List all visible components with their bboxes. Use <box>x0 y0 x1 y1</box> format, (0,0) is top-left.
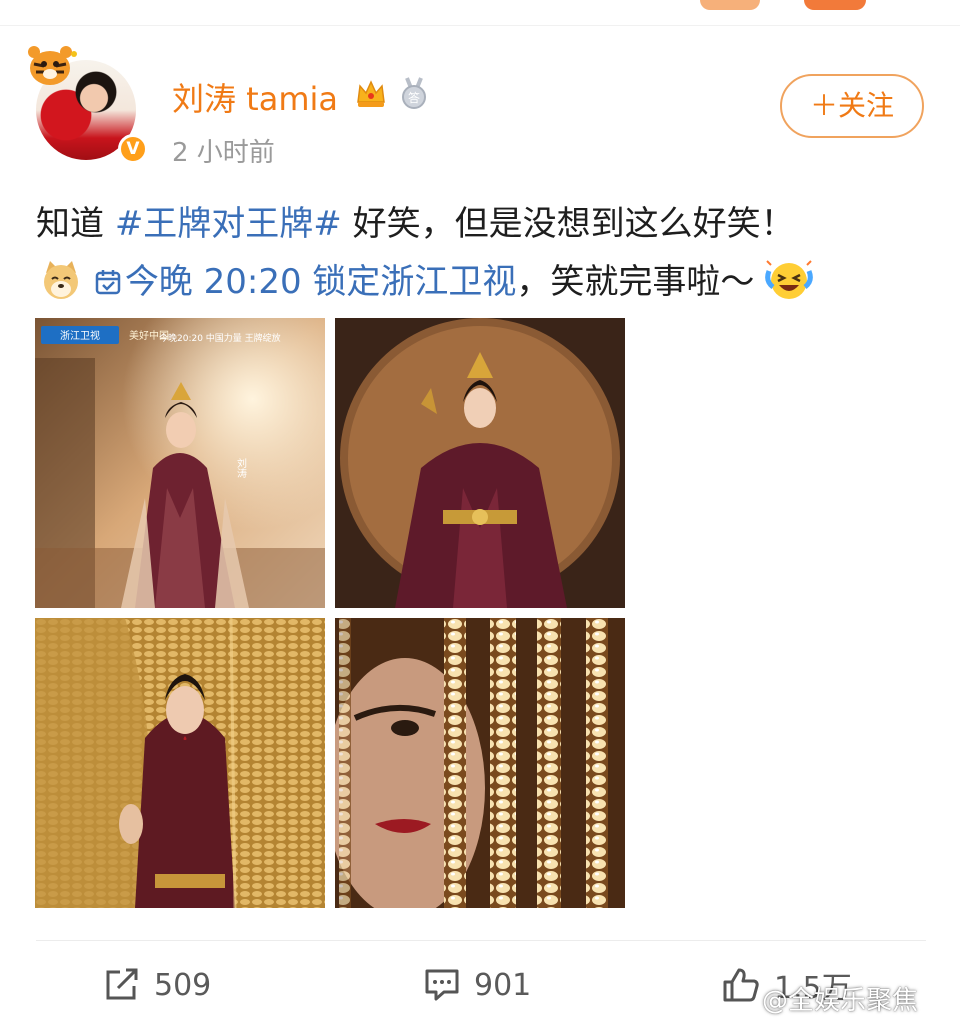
link-icon <box>95 270 121 295</box>
laugh-cry-emoji-icon <box>765 260 814 299</box>
text-line2-suffix: ，笑就完事啦～ <box>516 262 755 302</box>
poster-name: 刘涛 <box>235 458 247 478</box>
text-suffix: 好笑，但是没想到这么好笑！ <box>341 204 795 244</box>
poster-headline: 今晚20:20 中国力量 王牌绽放 <box>159 332 281 344</box>
share-icon <box>106 968 138 1000</box>
post-text-line2: 今晚 20:20 锁定浙江卫视，笑就完事啦～ <box>40 254 814 303</box>
doge-emoji-icon <box>44 261 78 299</box>
comment-icon <box>425 969 459 1001</box>
comment-count: 901 <box>474 967 532 1003</box>
topic-link[interactable]: #王牌对王牌# <box>115 204 342 244</box>
post-photo-1[interactable]: 浙江卫视 美好中国 今晚20:20 中国力量 王牌绽放 刘涛 <box>35 318 325 608</box>
crown-icon <box>357 80 385 107</box>
top-strip <box>0 0 960 26</box>
post-text-line1: 知道 #王牌对王牌# 好笑，但是没想到这么好笑！ <box>36 196 795 245</box>
tiger-pendant-icon <box>28 46 77 85</box>
follow-button[interactable]: ＋关注 <box>780 74 924 138</box>
top-decoration <box>700 0 870 12</box>
thumbs-up-icon <box>723 968 759 1002</box>
watermark: @全娱乐聚焦 <box>762 986 919 1016</box>
post-photo-2[interactable] <box>335 318 625 608</box>
username[interactable]: 刘涛 tamia <box>172 74 338 120</box>
action-divider <box>36 940 926 941</box>
medal-icon: 答 <box>402 77 426 109</box>
share-count: 509 <box>154 967 212 1003</box>
link-text: 今晚 20:20 锁定浙江卫视 <box>124 262 517 302</box>
svg-text:答: 答 <box>408 90 420 105</box>
text-prefix: 知道 <box>36 204 115 244</box>
poster-channel: 浙江卫视 <box>60 329 100 342</box>
post-photo-3[interactable] <box>35 618 325 908</box>
comment-button[interactable]: 901 <box>424 960 531 1010</box>
post-time: 2 小时前 <box>172 138 275 168</box>
post-photo-4[interactable] <box>335 618 625 908</box>
verified-badge-icon: V <box>118 134 148 164</box>
share-button[interactable]: 509 <box>104 960 211 1010</box>
avatar[interactable]: V <box>26 44 148 164</box>
link-broadcast-time[interactable]: 今晚 20:20 锁定浙江卫视 <box>93 262 517 302</box>
